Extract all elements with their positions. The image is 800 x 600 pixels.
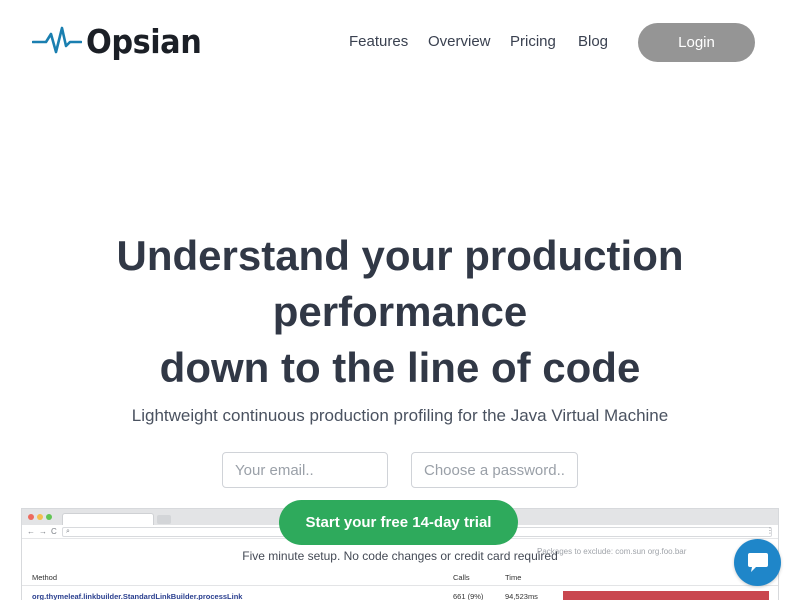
hero-title: Understand your production performance d… [0,228,800,396]
row-calls: 661 (9%) [453,592,484,600]
browser-tab [62,513,154,525]
password-input[interactable]: Choose a password.. [411,452,578,488]
minimize-dot-icon [37,514,43,520]
close-dot-icon [28,514,34,520]
browser-menu-icon: ⋮ [766,526,774,535]
email-input[interactable]: Your email.. [222,452,388,488]
column-header-method: Method [32,573,58,582]
nav-item-blog[interactable]: Blog [578,33,608,50]
maximize-dot-icon [46,514,52,520]
hero-subtitle: Lightweight continuous production profil… [131,406,669,425]
setup-note: Five minute setup. No code changes or cr… [242,549,558,563]
hero-title-line-3: down to the line of code [159,344,641,391]
nav-item-pricing[interactable]: Pricing [510,33,556,50]
nav-item-features[interactable]: Features [349,33,408,50]
chat-button[interactable] [734,539,781,586]
hero-title-line-1: Understand your production [116,232,684,279]
time-bar [563,591,769,600]
row-method: org.thymeleaf.linkbuilder.StandardLinkBu… [32,592,243,600]
brand-name: Opsian [86,21,202,61]
hero-title-line-2: performance [272,288,528,335]
new-tab-icon [157,515,171,524]
start-trial-button[interactable]: Start your free 14-day trial [279,500,518,545]
column-header-time: Time [505,573,522,582]
nav-item-overview[interactable]: Overview [428,33,491,50]
login-button[interactable]: Login [638,23,755,62]
browser-nav-icons: ←→C [27,527,61,536]
pulse-icon [32,26,82,54]
row-time: 94,523ms [505,592,538,600]
brand-logo[interactable]: Opsian [32,18,211,64]
table-divider [22,585,778,586]
chat-bubble-icon [747,552,768,572]
column-header-calls: Calls [453,573,470,582]
